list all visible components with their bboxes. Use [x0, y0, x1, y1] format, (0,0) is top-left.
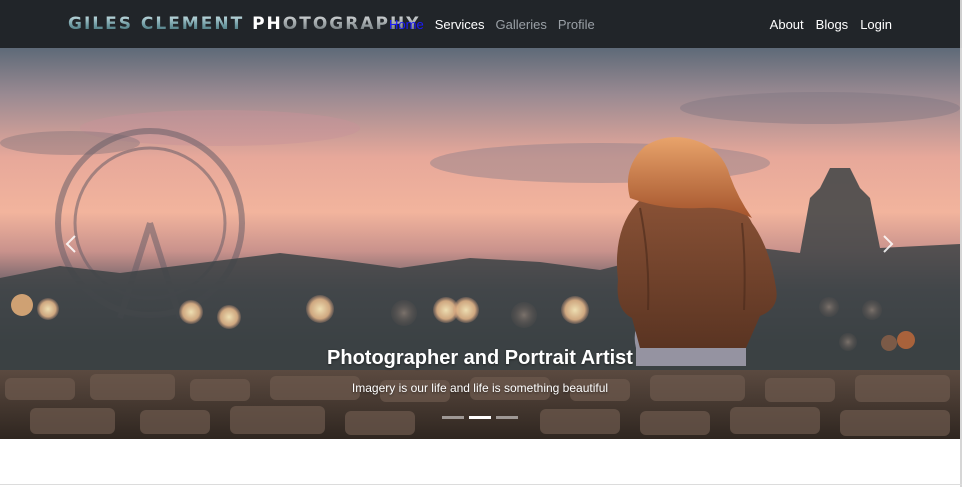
- nav-home[interactable]: Home: [389, 17, 424, 32]
- secondary-nav: About Blogs Login: [758, 0, 892, 48]
- primary-nav: Home Services Galleries Profile: [389, 0, 606, 48]
- section-divider: [0, 484, 962, 485]
- carousel-next-button[interactable]: [875, 232, 899, 256]
- carousel-caption-title: Photographer and Portrait Artist: [327, 347, 633, 369]
- nav-about[interactable]: About: [770, 17, 804, 32]
- chevron-right-icon: [883, 235, 894, 253]
- carousel-indicator-3[interactable]: [496, 416, 518, 419]
- carousel-indicator-2[interactable]: [469, 416, 491, 419]
- carousel-caption-text: Imagery is our life and life is somethin…: [351, 381, 609, 395]
- carousel-indicators: [442, 416, 518, 419]
- nav-login[interactable]: Login: [860, 17, 892, 32]
- navbar: Giles Clement Photography Home Services …: [0, 0, 962, 48]
- nav-blogs[interactable]: Blogs: [816, 17, 849, 32]
- nav-galleries[interactable]: Galleries: [496, 17, 547, 32]
- brand-photo-highlight: Ph: [252, 14, 283, 34]
- nav-profile[interactable]: Profile: [558, 17, 595, 32]
- brand-logo[interactable]: Giles Clement Photography: [68, 12, 420, 36]
- nav-services[interactable]: Services: [435, 17, 485, 32]
- brand-name-part: Giles Clement: [68, 14, 245, 34]
- carousel-indicator-1[interactable]: [442, 416, 464, 419]
- chevron-left-icon: [65, 235, 76, 253]
- hero-carousel: Photographer and Portrait Artist Imagery…: [0, 48, 960, 439]
- carousel-prev-button[interactable]: [60, 232, 84, 256]
